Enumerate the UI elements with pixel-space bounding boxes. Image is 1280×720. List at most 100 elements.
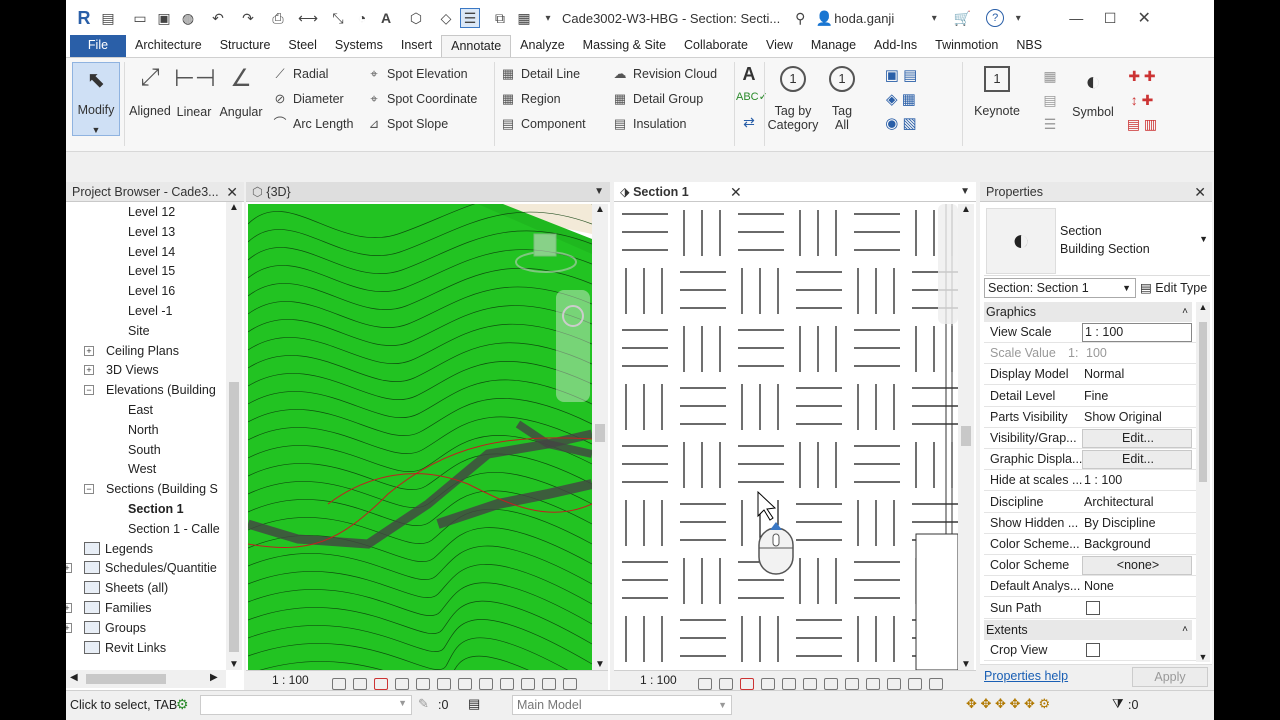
expand-icon[interactable]: +	[66, 622, 72, 633]
property-value[interactable]: None	[1082, 576, 1192, 596]
tab-file[interactable]: File	[70, 35, 126, 57]
thin-lines-icon[interactable]: ☰	[460, 8, 480, 28]
browser-item[interactable]: Level -1	[128, 301, 172, 321]
sync-icon[interactable]: ◍	[178, 8, 198, 28]
edit-type-button[interactable]: ▤ Edit Type	[1140, 278, 1207, 298]
tab-structure[interactable]: Structure	[211, 35, 280, 57]
section-tab-title[interactable]: Section 1	[633, 185, 689, 199]
filter-icon[interactable]: ⧩	[1112, 696, 1124, 712]
close-icon[interactable]: ✕	[226, 182, 238, 201]
property-value[interactable]: Fine	[1082, 386, 1192, 406]
text-icon[interactable]: A	[376, 8, 396, 28]
properties-scrollbar[interactable]: ▲ ▼	[1196, 302, 1210, 662]
sun-path-checkbox[interactable]	[1086, 600, 1100, 615]
scroll-thumb[interactable]	[1199, 322, 1207, 482]
tab-steel[interactable]: Steel	[279, 35, 326, 57]
maximize-icon[interactable]: ☐	[1100, 8, 1120, 28]
diameter-button[interactable]: ⊘ Diameter	[272, 91, 344, 107]
expand-icon[interactable]: +	[66, 563, 72, 574]
tab-view[interactable]: View	[757, 35, 802, 57]
switch-windows-icon[interactable]: ▦	[514, 8, 534, 28]
help-dropdown-icon[interactable]: ▾	[1008, 8, 1028, 28]
tab-nbs[interactable]: NBS	[1007, 35, 1051, 57]
spot-coordinate-button[interactable]: ⌖ Spot Coordinate	[366, 91, 477, 107]
browser-hscrollbar[interactable]: ◀ ▶	[66, 670, 226, 688]
browser-item[interactable]: Site	[128, 321, 150, 341]
section-drawing[interactable]	[616, 204, 958, 670]
workset-selector[interactable]: ▼	[200, 695, 412, 715]
tab-analyze[interactable]: Analyze	[511, 35, 573, 57]
view-3d-tab-title[interactable]: {3D}	[266, 185, 290, 199]
property-value[interactable]: Edit...	[1082, 450, 1192, 470]
browser-item[interactable]: Legends	[84, 539, 153, 559]
default-3d-icon[interactable]: ⬡	[406, 8, 426, 28]
close-tab-icon[interactable]: ✕	[730, 182, 742, 201]
selection-toggle-icons[interactable]: ✥ ✥ ✥ ✥ ✥ ⚙	[966, 696, 1050, 712]
component-button[interactable]: ▤ Component	[500, 116, 586, 132]
tab-architecture[interactable]: Architecture	[126, 35, 211, 57]
browser-scrollbar[interactable]: ▲ ▼	[226, 202, 242, 670]
browser-item[interactable]: + Groups	[66, 618, 146, 638]
tab-collaborate[interactable]: Collaborate	[675, 35, 757, 57]
browser-item[interactable]: East	[128, 400, 153, 420]
scroll-up-icon[interactable]: ▲	[226, 202, 242, 213]
scroll-thumb[interactable]	[961, 426, 971, 446]
close-icon[interactable]: ✕	[1134, 8, 1154, 28]
extents-group-header[interactable]: Extents ˄	[984, 620, 1192, 640]
view-3d-scrollbar[interactable]: ▲ ▼	[592, 204, 608, 670]
tag-by-category-button[interactable]: 1 Tag by Category	[766, 66, 820, 132]
property-value[interactable]: 1 : 100	[1082, 470, 1192, 490]
property-value[interactable]: Show Original	[1082, 407, 1192, 427]
stair-path-tools[interactable]: ✚ ✚ ↕ ✚ ▤ ▥	[1122, 64, 1162, 136]
browser-item[interactable]: Sheets (all)	[84, 578, 168, 598]
aligned-dimension-button[interactable]: ⤢ Aligned	[128, 64, 172, 118]
expand-icon[interactable]: +	[84, 365, 94, 376]
search-icon[interactable]: ⚲	[790, 8, 810, 28]
close-icon[interactable]: ✕	[1194, 182, 1206, 201]
tab-annotate[interactable]: Annotate	[441, 35, 512, 57]
collapse-icon[interactable]: −	[84, 385, 94, 396]
open-icon[interactable]: ▭	[130, 8, 150, 28]
angular-dimension-button[interactable]: ∠ Angular	[216, 64, 266, 119]
expand-icon[interactable]: +	[84, 345, 94, 356]
terrain-3d-view[interactable]	[248, 204, 592, 670]
apply-button[interactable]: Apply	[1132, 667, 1208, 687]
dropdown-icon[interactable]: ▾	[538, 8, 558, 28]
browser-item[interactable]: Level 12	[128, 202, 175, 222]
measure-icon[interactable]: ⟷	[298, 8, 318, 28]
tag-icon[interactable]: ◔	[352, 8, 372, 28]
minimize-icon[interactable]: —	[1066, 8, 1086, 28]
tab-insert[interactable]: Insert	[392, 35, 441, 57]
scroll-down-icon[interactable]: ▼	[1196, 652, 1210, 662]
radial-button[interactable]: ⟋ Radial	[272, 66, 328, 82]
user-name[interactable]: hoda.ganji	[834, 11, 894, 26]
symbol-button[interactable]: ◐ Symbol	[1068, 66, 1118, 119]
text-button[interactable]: A	[736, 64, 762, 85]
browser-item[interactable]: Level 14	[128, 242, 175, 262]
region-button[interactable]: ▦ Region	[500, 91, 561, 107]
property-value[interactable]: Edit...	[1082, 429, 1192, 448]
browser-item[interactable]: − Elevations (Building	[84, 380, 216, 400]
property-value[interactable]: Background	[1082, 534, 1192, 554]
worksharing-icon[interactable]: ⚙	[176, 696, 189, 713]
design-option-selector[interactable]: Main Model ▼	[512, 695, 732, 715]
section-scrollbar[interactable]: ▲ ▼	[958, 204, 974, 670]
view-scale-label[interactable]: 1 : 100	[640, 671, 677, 690]
browser-item[interactable]: Level 13	[128, 222, 175, 242]
view-scale-label[interactable]: 1 : 100	[272, 671, 309, 690]
type-dropdown-icon[interactable]: ▼	[1199, 234, 1208, 244]
browser-item[interactable]: Section 1	[128, 499, 184, 519]
tab-add-ins[interactable]: Add-Ins	[865, 35, 926, 57]
instance-selector[interactable]: Section: Section 1 ▼	[984, 278, 1136, 298]
detail-group-button[interactable]: ▦ Detail Group	[612, 91, 703, 107]
collapse-icon[interactable]: −	[84, 484, 94, 495]
arc-length-button[interactable]: ⌒ Arc Length	[272, 116, 353, 132]
save-icon[interactable]: ▣	[154, 8, 174, 28]
find-replace-icon[interactable]: ⇄	[736, 114, 762, 131]
tag-tools-grid[interactable]: ▣ ▤ ◈ ▦ ◉ ▧	[866, 64, 936, 136]
browser-item[interactable]: + Families	[66, 598, 152, 618]
color-fill-grid[interactable]: ▦ ▤ ☰	[1036, 64, 1064, 136]
user-dropdown-icon[interactable]: ▾	[924, 8, 944, 28]
properties-help-link[interactable]: Properties help	[984, 669, 1068, 683]
detail-line-button[interactable]: ▦ Detail Line	[500, 66, 580, 82]
